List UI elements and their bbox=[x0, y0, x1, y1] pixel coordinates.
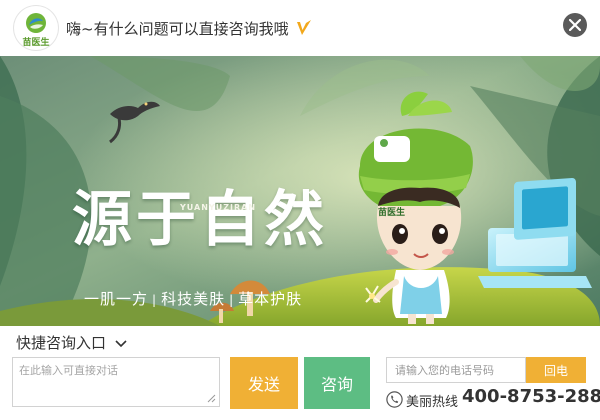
chat-header: 苗医生 嗨~有什么问题可以直接咨询我哦 bbox=[0, 0, 600, 56]
logo-icon: 苗医生 bbox=[14, 6, 58, 50]
quick-consult-label: 快捷咨询入口 bbox=[16, 334, 107, 352]
promo-banner[interactable]: 源于自然 YUANYUZIRAN 一肌一方 | 科技美肤 | 草本护肤 苗医生 bbox=[0, 56, 600, 326]
close-button[interactable] bbox=[563, 13, 587, 37]
resize-grip-icon[interactable] bbox=[207, 394, 216, 403]
quick-consult-toggle[interactable]: 快捷咨询入口 bbox=[16, 332, 127, 353]
chevron-down-icon bbox=[115, 340, 127, 348]
slogan-separator: | bbox=[152, 293, 158, 307]
banner-slogan: 一肌一方 | 科技美肤 | 草本护肤 bbox=[84, 288, 302, 309]
hotline-number: 400-8753-288 bbox=[462, 386, 600, 407]
consult-button[interactable]: 咨询 bbox=[304, 357, 370, 409]
message-box bbox=[12, 357, 220, 407]
phone-icon bbox=[386, 391, 403, 408]
banner-subtitle-en: YUANYUZIRAN bbox=[180, 203, 257, 212]
consult-panel: 快捷咨询入口 发送 咨询 回电 美丽热线 400-8753-288 bbox=[0, 326, 600, 420]
banner-title: 源于自然 bbox=[72, 185, 328, 255]
message-input[interactable] bbox=[13, 358, 219, 406]
send-button[interactable]: 发送 bbox=[230, 357, 298, 409]
callback-button[interactable]: 回电 bbox=[526, 357, 586, 383]
logo-leaf-mark bbox=[26, 13, 46, 33]
close-icon bbox=[569, 19, 581, 31]
phone-number-input[interactable] bbox=[386, 357, 526, 383]
logo-text: 苗医生 bbox=[22, 38, 50, 48]
v-badge-icon bbox=[297, 20, 311, 35]
hotline-label: 美丽热线 bbox=[406, 395, 459, 410]
slogan-separator: | bbox=[229, 293, 235, 307]
greeting-text: 嗨~有什么问题可以直接咨询我哦 bbox=[66, 20, 289, 38]
slogan-item: 一肌一方 bbox=[84, 290, 149, 308]
slogan-item: 科技美肤 bbox=[161, 290, 226, 308]
slogan-item: 草本护肤 bbox=[238, 290, 303, 308]
hat-badge-text: 苗医生 bbox=[378, 208, 406, 218]
